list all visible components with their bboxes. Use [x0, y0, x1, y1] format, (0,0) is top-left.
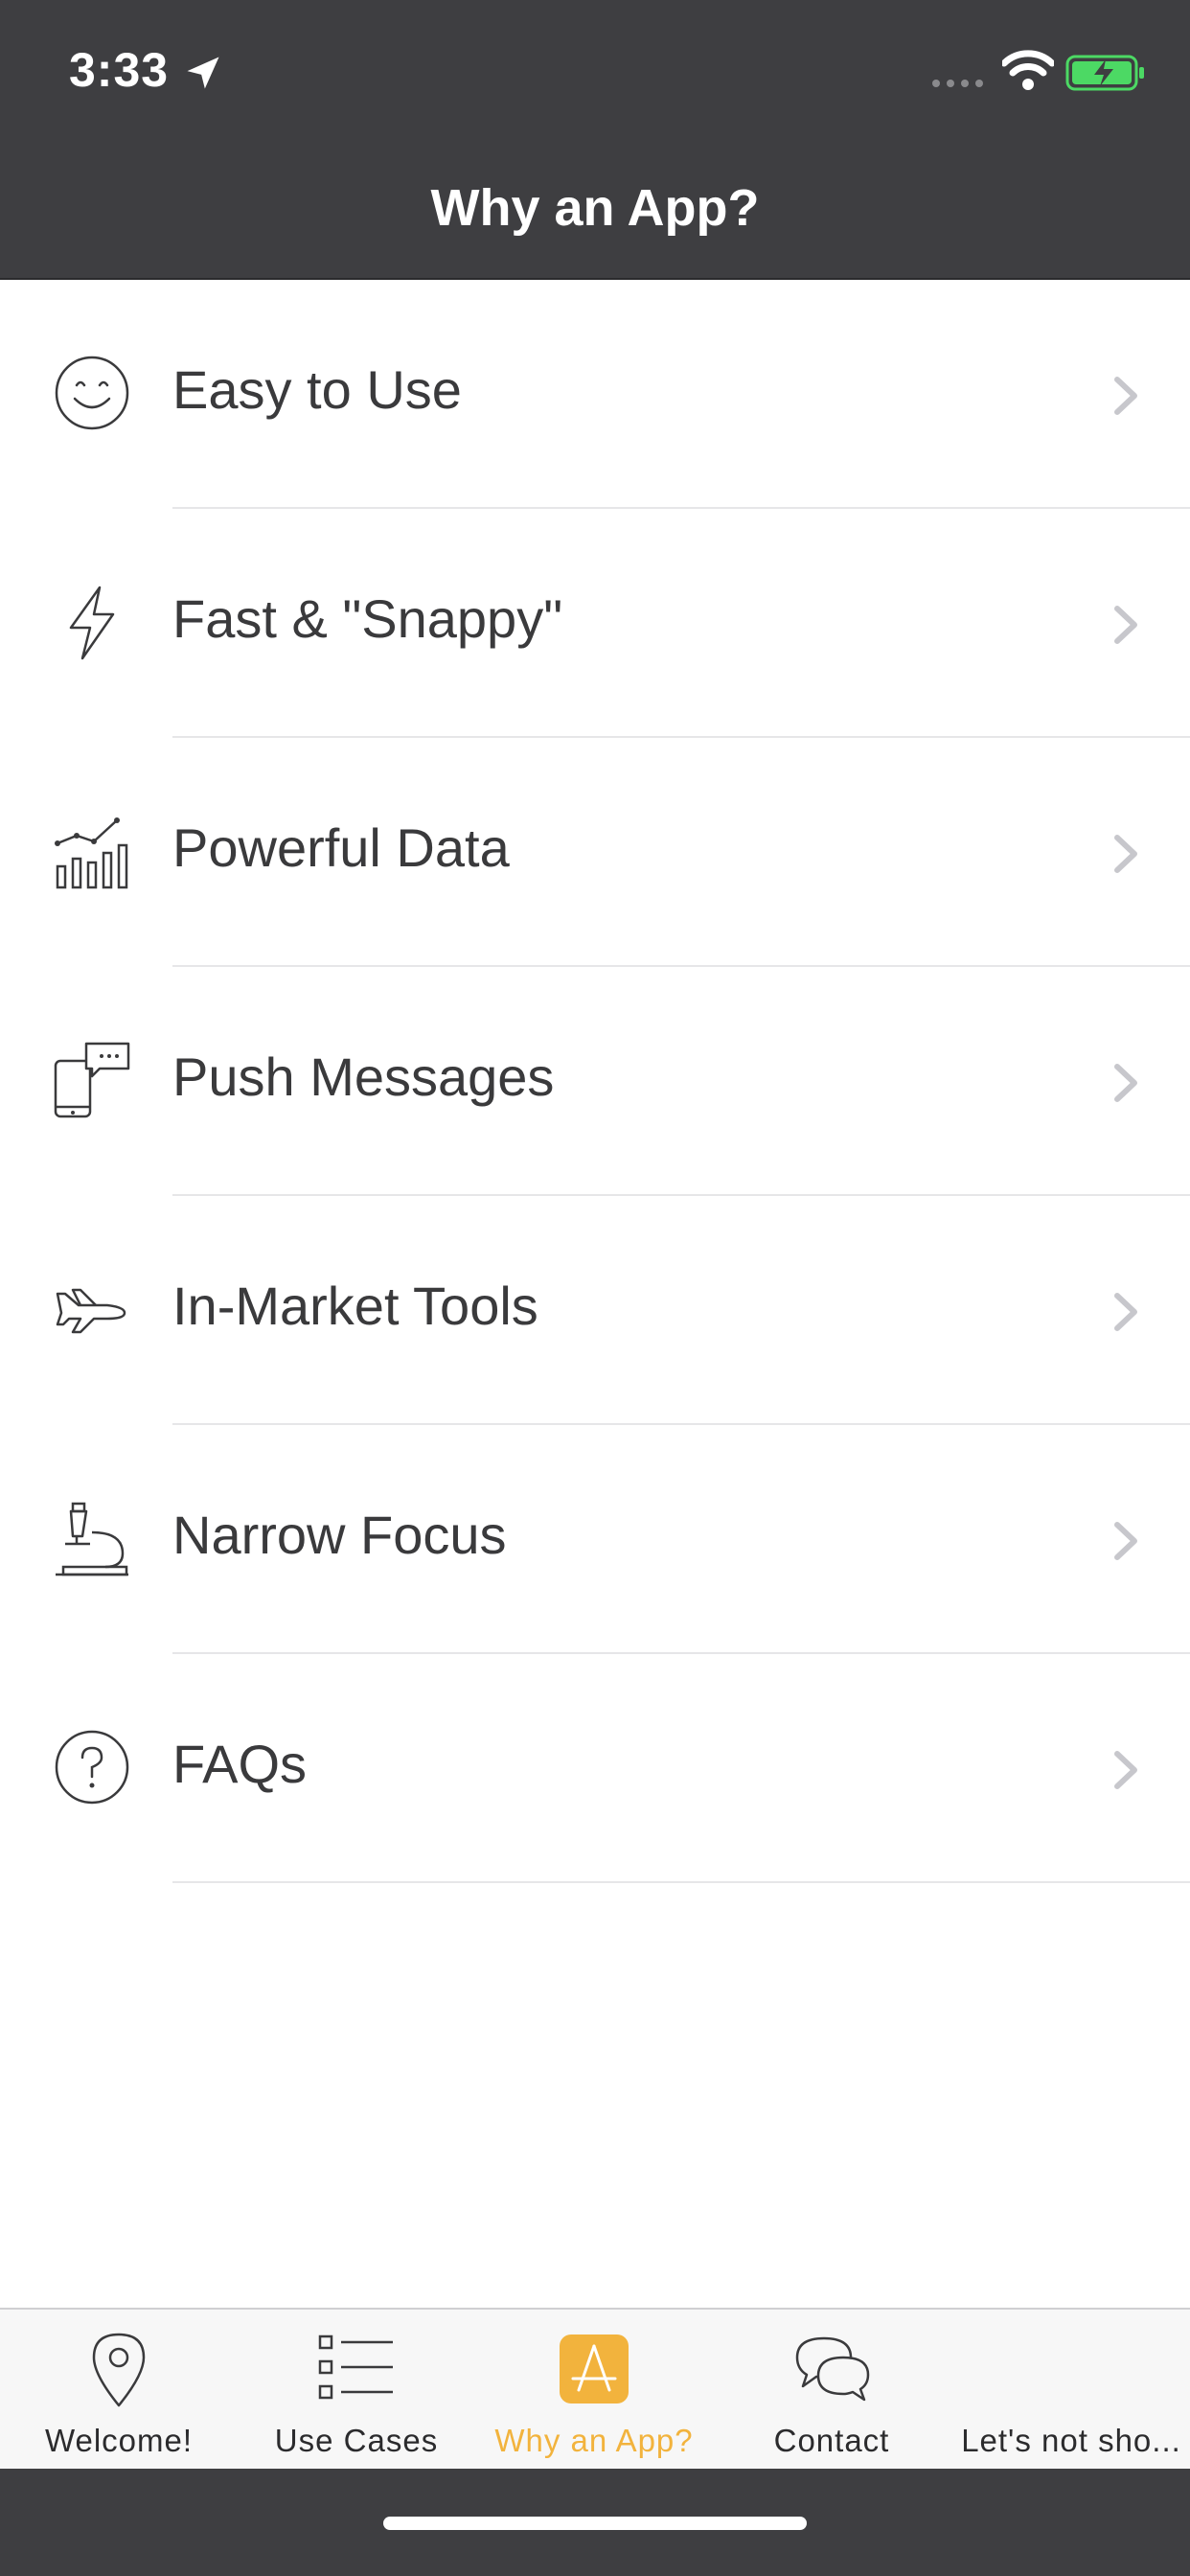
phone-message-icon — [54, 1042, 130, 1118]
list-item-push-messages[interactable]: Push Messages — [0, 967, 1190, 1196]
list-icon — [318, 2334, 393, 2400]
list-item-label: FAQs — [172, 1734, 308, 1794]
location-pin-icon — [92, 2333, 146, 2407]
feature-list: Easy to Use Fast & "Snappy" Powerful Dat… — [0, 280, 1190, 1883]
chevron-right-icon — [1114, 1293, 1137, 1331]
status-time: 3:33 — [69, 43, 170, 97]
chevron-right-icon — [1114, 1522, 1137, 1560]
app-store-icon — [560, 2334, 629, 2404]
battery-charging-icon — [1065, 55, 1144, 91]
list-item-label: Narrow Focus — [172, 1505, 507, 1565]
home-indicator[interactable] — [383, 2517, 807, 2530]
chevron-right-icon — [1114, 606, 1137, 644]
smiley-icon — [55, 356, 129, 430]
separator — [172, 1881, 1190, 1883]
tab-label: Welcome! — [44, 2423, 194, 2458]
list-item-easy-to-use[interactable]: Easy to Use — [0, 280, 1190, 509]
chevron-right-icon — [1114, 1064, 1137, 1102]
list-item-powerful-data[interactable]: Powerful Data — [0, 738, 1190, 967]
chevron-right-icon — [1114, 1751, 1137, 1789]
tab-label: Contact — [773, 2423, 890, 2458]
list-item-label: Fast & "Snappy" — [172, 588, 563, 649]
list-item-in-market-tools[interactable]: In-Market Tools — [0, 1196, 1190, 1425]
lightning-icon — [69, 586, 115, 660]
list-item-label: Powerful Data — [172, 817, 510, 878]
tab-bar: Welcome! Use Cases Why an App? Contact L… — [0, 2308, 1190, 2469]
list-item-faqs[interactable]: FAQs — [0, 1654, 1190, 1883]
chevron-right-icon — [1114, 377, 1137, 415]
list-item-label: Push Messages — [172, 1046, 555, 1107]
chevron-right-icon — [1114, 835, 1137, 873]
tab-contact[interactable]: Contact — [713, 2310, 950, 2469]
question-circle-icon — [55, 1730, 129, 1805]
navigation-header: 3:33 Why an App? — [0, 0, 1190, 280]
tab-label: Let's not sho... — [961, 2423, 1181, 2458]
tab-use-cases[interactable]: Use Cases — [238, 2310, 475, 2469]
tab-label: Why an App? — [494, 2423, 694, 2458]
home-indicator-area — [0, 2469, 1190, 2576]
tab-welcome[interactable]: Welcome! — [0, 2310, 238, 2469]
bar-chart-icon — [55, 817, 128, 889]
chat-bubbles-icon — [795, 2336, 870, 2402]
list-item-narrow-focus[interactable]: Narrow Focus — [0, 1425, 1190, 1654]
signal-icon — [932, 80, 983, 87]
tab-label: Use Cases — [274, 2423, 439, 2458]
list-item-fast-snappy[interactable]: Fast & "Snappy" — [0, 509, 1190, 738]
list-item-label: Easy to Use — [172, 359, 462, 420]
page-title: Why an App? — [430, 179, 760, 237]
location-arrow-icon — [187, 57, 219, 89]
list-item-label: In-Market Tools — [172, 1276, 538, 1336]
tab-lets-not-show[interactable]: Let's not sho... — [952, 2310, 1190, 2469]
airplane-icon — [56, 1288, 126, 1334]
tab-why-an-app[interactable]: Why an App? — [475, 2310, 713, 2469]
microscope-icon — [56, 1502, 128, 1576]
wifi-icon — [1002, 50, 1054, 90]
